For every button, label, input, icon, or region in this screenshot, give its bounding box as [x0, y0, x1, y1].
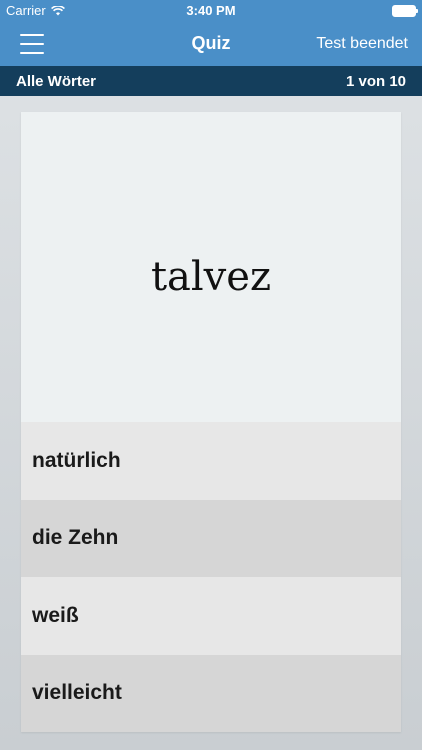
- progress-label: 1 von 10: [345, 73, 406, 90]
- battery-icon: [392, 5, 418, 17]
- status-right: [392, 5, 418, 17]
- answer-option-2[interactable]: die Zehn: [21, 499, 401, 577]
- hamburger-icon-line: [20, 43, 44, 45]
- answer-list: natürlich die Zehn weiß vielleicht: [21, 422, 401, 732]
- quiz-card: talvez natürlich die Zehn weiß vielleich…: [21, 112, 401, 732]
- end-test-button[interactable]: Test beendet: [316, 35, 408, 53]
- answer-option-3[interactable]: weiß: [21, 577, 401, 655]
- answer-option-4[interactable]: vielleicht: [21, 654, 401, 732]
- answer-option-1[interactable]: natürlich: [21, 422, 401, 500]
- menu-button[interactable]: [20, 34, 44, 54]
- question-word: talvez: [150, 254, 272, 300]
- sub-header: Alle Wörter 1 von 10: [0, 66, 422, 96]
- hamburger-icon-line: [20, 34, 44, 36]
- status-bar: Carrier 3:40 PM: [0, 0, 422, 22]
- category-label: Alle Wörter: [16, 73, 97, 90]
- hamburger-icon-line: [20, 52, 44, 54]
- navigation-bar: Quiz Test beendet: [0, 22, 422, 66]
- question-area: talvez: [21, 112, 401, 422]
- status-time: 3:40 PM: [186, 3, 236, 18]
